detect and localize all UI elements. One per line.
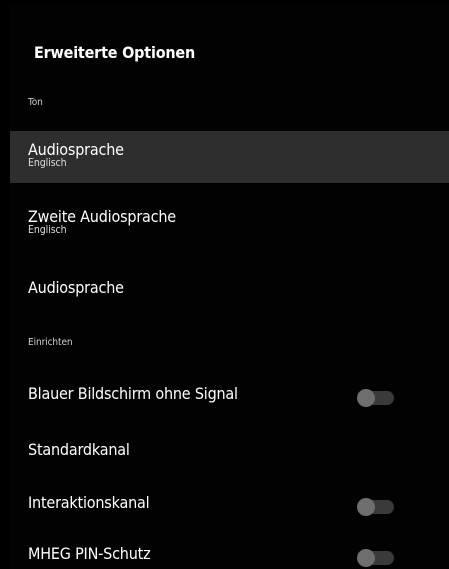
menu-item-value: Englisch xyxy=(28,157,67,169)
menu-item-interaction-channel[interactable]: Interaktionskanal xyxy=(10,488,449,524)
menu-item-audio-language[interactable]: Audiosprache Englisch xyxy=(10,131,449,183)
settings-panel: Erweiterte Optionen Ton Audiosprache Eng… xyxy=(10,5,449,569)
menu-item-label: Standardkanal xyxy=(28,440,130,459)
blue-screen-toggle[interactable] xyxy=(357,389,394,407)
menu-item-default-channel[interactable]: Standardkanal xyxy=(10,435,449,471)
page-title: Erweiterte Optionen xyxy=(34,43,196,62)
menu-item-label: Audiosprache xyxy=(28,278,124,297)
toggle-knob xyxy=(357,498,375,516)
toggle-knob xyxy=(357,549,375,567)
menu-item-value: Englisch xyxy=(28,224,67,236)
menu-item-label: Audiosprache xyxy=(28,140,124,159)
section-header-setup: Einrichten xyxy=(28,337,73,348)
menu-item-label: Zweite Audiosprache xyxy=(28,207,176,226)
menu-item-mheg-pin-protection[interactable]: MHEG PIN-Schutz xyxy=(10,539,449,569)
mheg-pin-toggle[interactable] xyxy=(357,549,394,567)
menu-item-blue-screen-no-signal[interactable]: Blauer Bildschirm ohne Signal xyxy=(10,377,449,413)
interaction-channel-toggle[interactable] xyxy=(357,498,394,516)
menu-item-audio-language-2[interactable]: Audiosprache xyxy=(10,273,449,309)
toggle-knob xyxy=(357,389,375,407)
menu-item-second-audio-language[interactable]: Zweite Audiosprache Englisch xyxy=(10,204,449,250)
section-header-sound: Ton xyxy=(28,97,43,108)
